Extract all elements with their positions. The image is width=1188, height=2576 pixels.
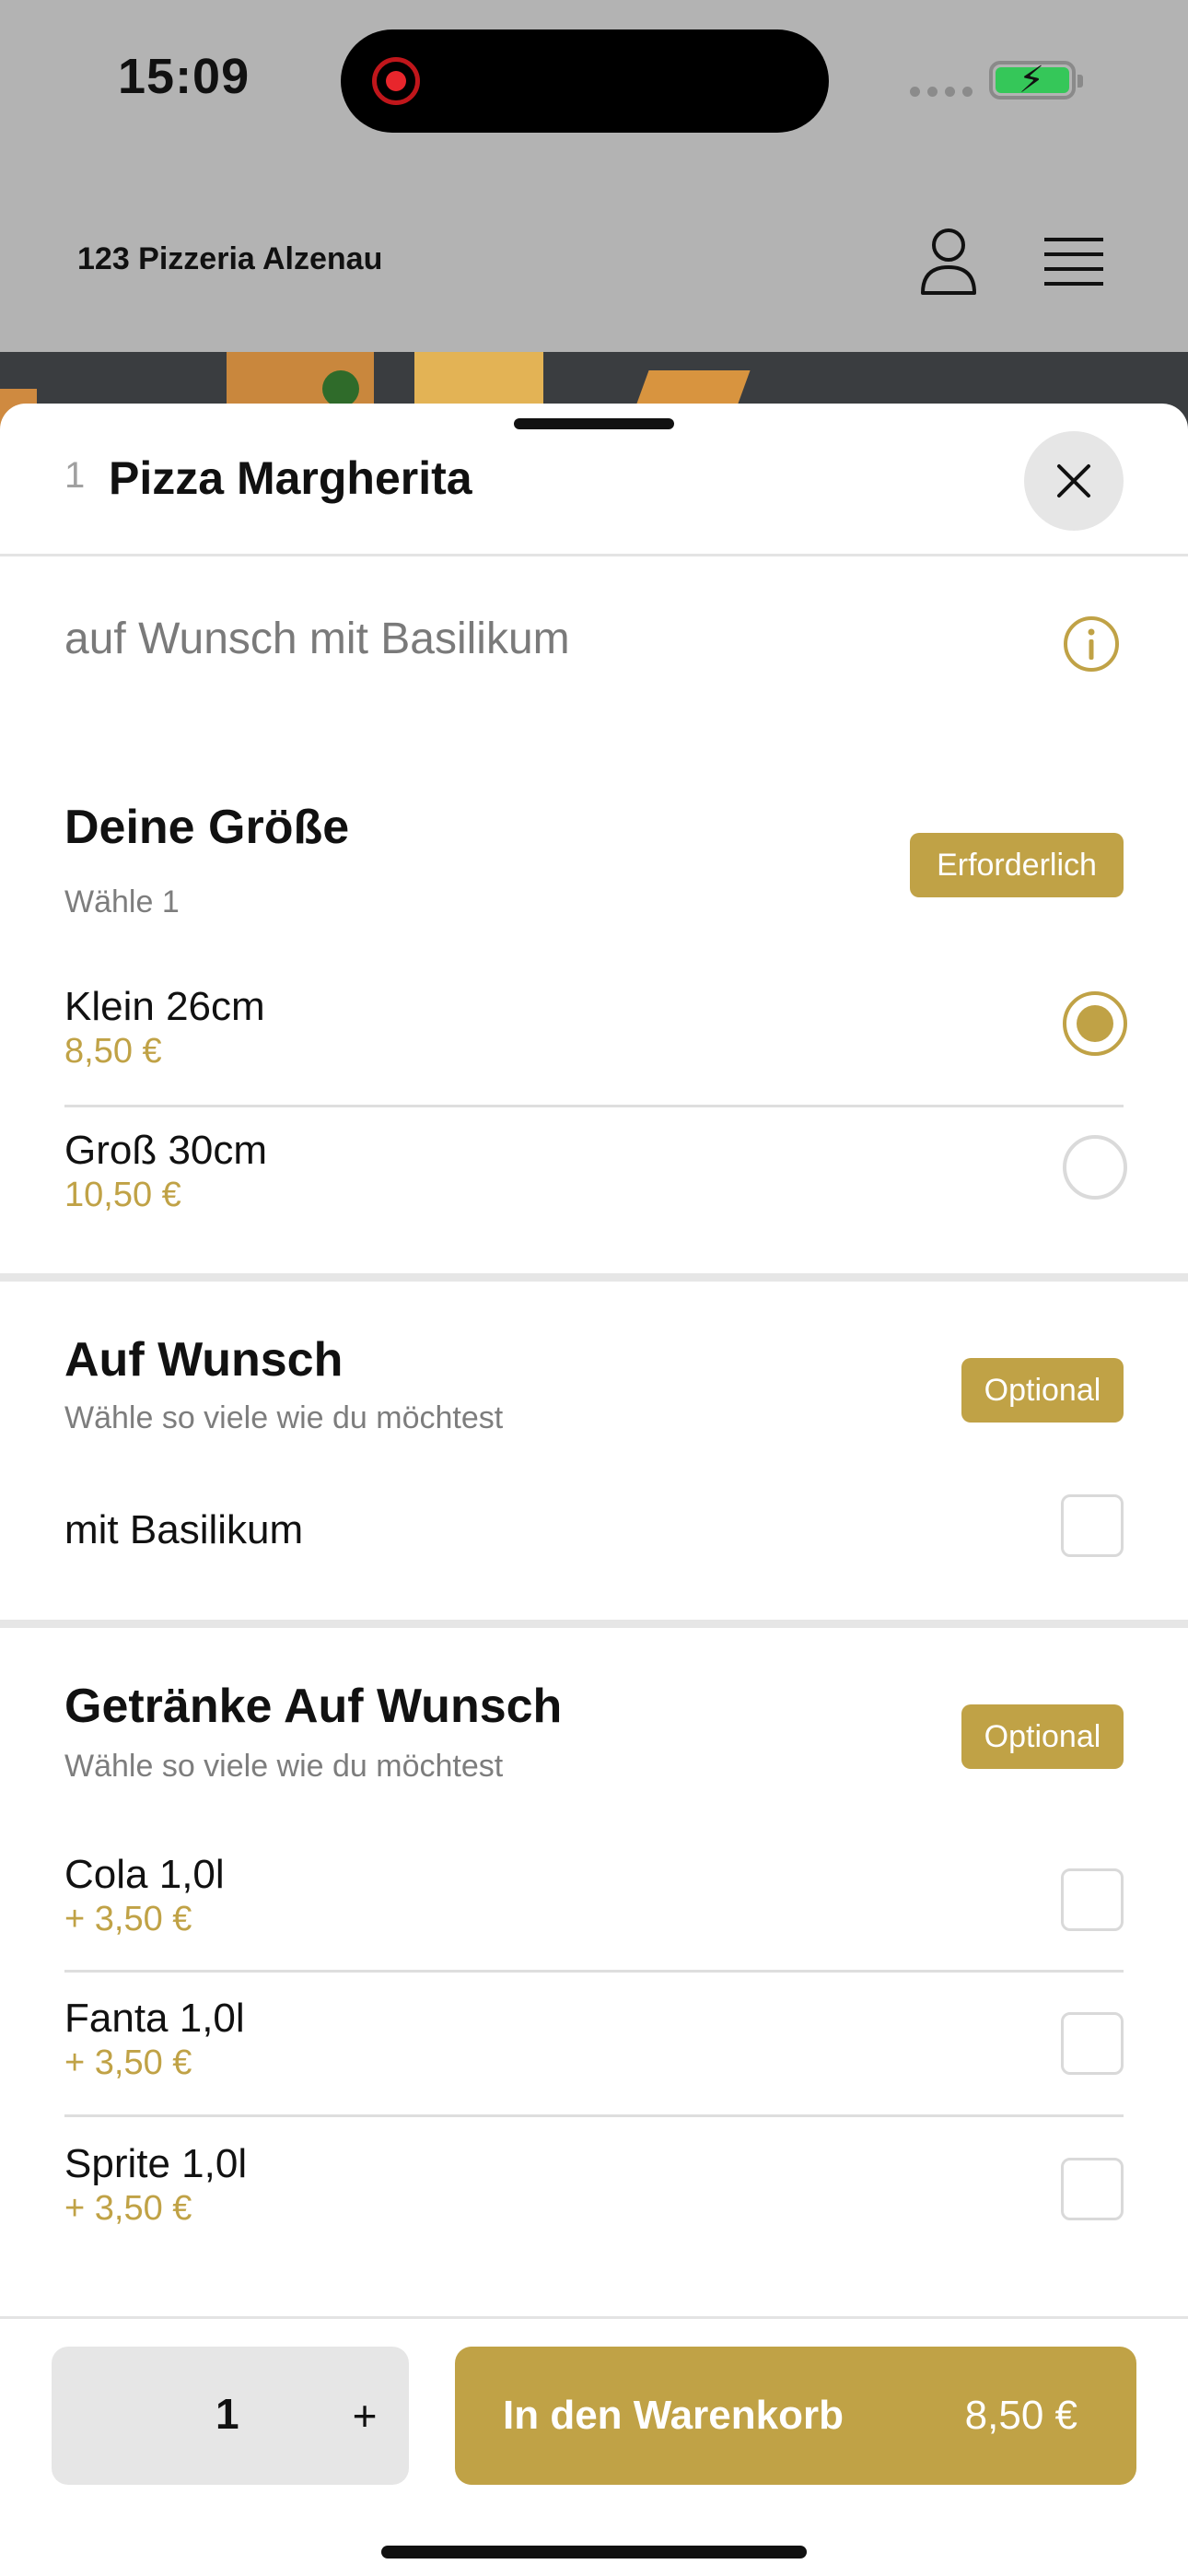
status-time: 15:09	[118, 49, 250, 104]
cart-total-price: 8,50 €	[964, 2393, 1077, 2438]
close-button[interactable]	[1024, 431, 1124, 531]
checkbox-sprite[interactable]	[1061, 2158, 1124, 2220]
quantity-stepper: 1 +	[52, 2347, 409, 2485]
section-separator	[0, 1620, 1188, 1628]
quantity-value: 1	[215, 2390, 239, 2438]
optional-badge: Optional	[961, 1358, 1124, 1423]
dynamic-island	[341, 29, 829, 133]
increase-quantity-button[interactable]: +	[328, 2374, 402, 2457]
info-icon[interactable]	[1063, 615, 1120, 673]
divider	[64, 1105, 1124, 1107]
option-label: Fanta 1,0l	[64, 1996, 245, 2041]
option-label: Groß 30cm	[64, 1128, 268, 1173]
option-label: Cola 1,0l	[64, 1852, 225, 1897]
section-title-extras: Auf Wunsch	[64, 1333, 344, 1387]
section-subtitle-drinks: Wähle so viele wie du möchtest	[64, 1749, 504, 1784]
option-price: + 3,50 €	[64, 2043, 192, 2082]
bottom-action-bar: 1 + In den Warenkorb 8,50 €	[0, 2316, 1188, 2576]
drink-option-cola[interactable]: Cola 1,0l + 3,50 €	[64, 1852, 1124, 1972]
status-bar: 15:09 ⚡	[0, 0, 1188, 166]
option-price: 8,50 €	[64, 1032, 162, 1071]
optional-badge: Optional	[961, 1704, 1124, 1769]
signal-icon	[910, 87, 973, 97]
divider	[64, 2114, 1124, 2117]
option-price: + 3,50 €	[64, 1900, 192, 1938]
item-description: auf Wunsch mit Basilikum	[64, 615, 570, 663]
option-label: Sprite 1,0l	[64, 2141, 248, 2186]
section-title-drinks: Getränke Auf Wunsch	[64, 1680, 563, 1733]
user-icon[interactable]	[919, 227, 978, 297]
add-to-cart-button[interactable]: In den Warenkorb 8,50 €	[455, 2347, 1136, 2485]
hamburger-menu-icon[interactable]	[1044, 236, 1103, 287]
section-title-size: Deine Größe	[64, 801, 350, 854]
drink-option-fanta[interactable]: Fanta 1,0l + 3,50 €	[64, 1996, 1124, 2115]
sheet-header: 1 Pizza Margherita	[0, 404, 1188, 556]
size-option-small[interactable]: Klein 26cm 8,50 €	[64, 984, 1127, 1104]
radio-unselected[interactable]	[1063, 1135, 1127, 1200]
item-number: 1	[64, 455, 86, 496]
checkbox-fanta[interactable]	[1061, 2012, 1124, 2075]
section-separator	[0, 1273, 1188, 1282]
item-title: Pizza Margherita	[109, 452, 472, 504]
required-badge: Erforderlich	[910, 833, 1124, 897]
checkbox-cola[interactable]	[1061, 1868, 1124, 1931]
battery-charging-icon: ⚡	[989, 60, 1083, 100]
product-sheet: 1 Pizza Margherita auf Wunsch mit Basili…	[0, 404, 1188, 2576]
size-option-large[interactable]: Groß 30cm 10,50 €	[64, 1128, 1127, 1247]
option-price: + 3,50 €	[64, 2189, 192, 2228]
section-subtitle-extras: Wähle so viele wie du möchtest	[64, 1400, 504, 1435]
section-subtitle-size: Wähle 1	[64, 884, 180, 919]
drink-option-sprite[interactable]: Sprite 1,0l + 3,50 €	[64, 2141, 1124, 2261]
checkbox-basil[interactable]	[1061, 1494, 1124, 1557]
divider	[64, 1970, 1124, 1973]
close-icon	[1057, 464, 1090, 498]
add-to-cart-label: In den Warenkorb	[503, 2393, 844, 2438]
recording-indicator-icon	[372, 57, 420, 105]
option-label: mit Basilikum	[64, 1507, 304, 1552]
radio-selected[interactable]	[1063, 991, 1127, 1056]
home-indicator[interactable]	[381, 2546, 807, 2558]
restaurant-name: 123 Pizzeria Alzenau	[77, 241, 383, 276]
option-label: Klein 26cm	[64, 984, 265, 1029]
extra-option-basil[interactable]: mit Basilikum	[64, 1494, 1124, 1599]
app-header: 123 Pizzeria Alzenau	[0, 166, 1188, 352]
option-price: 10,50 €	[64, 1176, 181, 1214]
